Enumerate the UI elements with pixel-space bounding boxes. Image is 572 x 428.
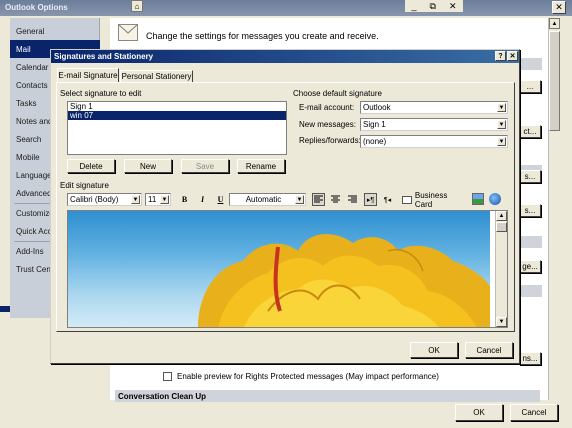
- align-right-icon[interactable]: [346, 193, 359, 206]
- align-center-icon[interactable]: [329, 193, 342, 206]
- window-controls-mid[interactable]: _ ⧉ ✕: [405, 0, 463, 12]
- italic-icon[interactable]: I: [196, 193, 209, 206]
- business-card-label: Business Card: [414, 190, 448, 209]
- editor-scrollbar[interactable]: ▲ ▼: [495, 211, 507, 327]
- preview-checkbox[interactable]: [163, 372, 172, 381]
- tab-personal-stationery[interactable]: Personal Stationery: [120, 70, 193, 82]
- scroll-thumb[interactable]: [496, 222, 507, 232]
- tab-email-signature[interactable]: E-mail Signature: [57, 68, 119, 82]
- chevron-down-icon[interactable]: ▼: [131, 195, 140, 204]
- align-left-icon[interactable]: [312, 193, 325, 206]
- replies-select[interactable]: (none) ▼: [360, 135, 508, 148]
- delete-button[interactable]: Delete: [67, 159, 115, 173]
- dialog-cancel-button[interactable]: Cancel: [465, 342, 513, 358]
- font-size-value: 11: [148, 195, 157, 204]
- content-header: Change the settings for messages you cre…: [146, 31, 379, 41]
- outer-right-button-5[interactable]: ge...: [519, 260, 541, 273]
- new-messages-value: Sign 1: [363, 120, 386, 129]
- business-card-button[interactable]: Business Card: [402, 190, 466, 209]
- outer-right-button-3[interactable]: s...: [519, 170, 541, 183]
- insert-hyperlink-icon[interactable]: [489, 193, 501, 205]
- font-name-select[interactable]: Calibri (Body) ▼: [67, 193, 142, 206]
- business-card-icon: [402, 195, 412, 204]
- chevron-down-icon[interactable]: ▼: [295, 195, 304, 204]
- font-color-select[interactable]: Automatic ▼: [229, 193, 306, 206]
- envelope-icon: [118, 24, 138, 41]
- dialog-help-button[interactable]: ?: [495, 51, 506, 61]
- chevron-down-icon[interactable]: ▼: [497, 120, 506, 129]
- scroll-up-icon[interactable]: ▲: [496, 211, 507, 221]
- dialog-title: Signatures and Stationery: [54, 52, 154, 61]
- outer-right-button-1[interactable]: ...: [519, 80, 541, 93]
- replies-value: (none): [363, 137, 387, 146]
- outer-right-button-4[interactable]: s...: [519, 204, 541, 217]
- signature-editor[interactable]: ▲ ▼: [67, 210, 508, 328]
- restore-icon[interactable]: ⧉: [430, 1, 436, 12]
- outer-right-button-6[interactable]: ns...: [519, 352, 541, 365]
- font-name-value: Calibri (Body): [70, 195, 119, 204]
- nav-general[interactable]: General: [10, 22, 100, 40]
- rtl-icon[interactable]: ¶◂: [381, 193, 394, 206]
- email-account-value: Outlook: [363, 103, 391, 112]
- new-messages-select[interactable]: Sign 1 ▼: [360, 118, 508, 131]
- chevron-down-icon[interactable]: ▼: [497, 103, 506, 112]
- font-color-value: Automatic: [245, 195, 282, 204]
- nav-accent: [0, 306, 10, 312]
- chevron-down-icon[interactable]: ▼: [160, 195, 169, 204]
- replies-label: Replies/forwards:: [299, 136, 361, 145]
- insert-picture-icon[interactable]: [472, 193, 484, 205]
- chevron-down-icon[interactable]: ▼: [497, 137, 506, 146]
- dialog-close-button[interactable]: ✕: [507, 51, 518, 61]
- email-account-label: E-mail account:: [299, 103, 355, 112]
- new-button[interactable]: New: [124, 159, 172, 173]
- font-size-select[interactable]: 11 ▼: [145, 193, 171, 206]
- select-signature-label: Select signature to edit: [60, 89, 142, 98]
- section-bar: [520, 285, 542, 297]
- underline-icon[interactable]: U: [214, 193, 227, 206]
- outer-close-button[interactable]: ✕: [552, 1, 566, 14]
- minimize-icon[interactable]: _: [412, 1, 417, 11]
- save-button[interactable]: Save: [181, 159, 229, 173]
- scroll-down-icon[interactable]: ▼: [496, 317, 507, 327]
- ltr-icon[interactable]: ▸¶: [364, 193, 377, 206]
- outer-scrollbar[interactable]: ▲: [548, 18, 560, 400]
- cleanup-section-title: Conversation Clean Up: [118, 392, 207, 401]
- outer-right-button-2[interactable]: ct...: [519, 125, 541, 138]
- outer-ok-button[interactable]: OK: [455, 404, 503, 421]
- rename-button[interactable]: Rename: [237, 159, 285, 173]
- scroll-thumb[interactable]: [549, 31, 560, 131]
- restore-icon-mid[interactable]: ⌂: [131, 0, 143, 12]
- scroll-up-icon[interactable]: ▲: [549, 18, 560, 29]
- options-title-bar: [0, 0, 572, 16]
- options-title: Outlook Options: [5, 3, 68, 12]
- new-messages-label: New messages:: [299, 120, 356, 129]
- preview-label: Enable preview for Rights Protected mess…: [177, 372, 439, 381]
- signature-image: [68, 211, 490, 327]
- dialog-ok-button[interactable]: OK: [410, 342, 458, 358]
- default-signature-label: Choose default signature: [293, 89, 382, 98]
- bold-icon[interactable]: B: [178, 193, 191, 206]
- signature-list-item[interactable]: Sign 1: [68, 102, 286, 111]
- close-icon[interactable]: ✕: [449, 1, 457, 12]
- signature-list[interactable]: Sign 1 win 07: [67, 101, 287, 155]
- section-bar: [520, 58, 542, 70]
- signature-list-item-selected[interactable]: win 07: [68, 111, 286, 120]
- edit-signature-label: Edit signature: [60, 181, 109, 190]
- email-account-select[interactable]: Outlook ▼: [360, 101, 508, 114]
- section-bar: [520, 236, 542, 248]
- outer-cancel-button[interactable]: Cancel: [510, 404, 558, 421]
